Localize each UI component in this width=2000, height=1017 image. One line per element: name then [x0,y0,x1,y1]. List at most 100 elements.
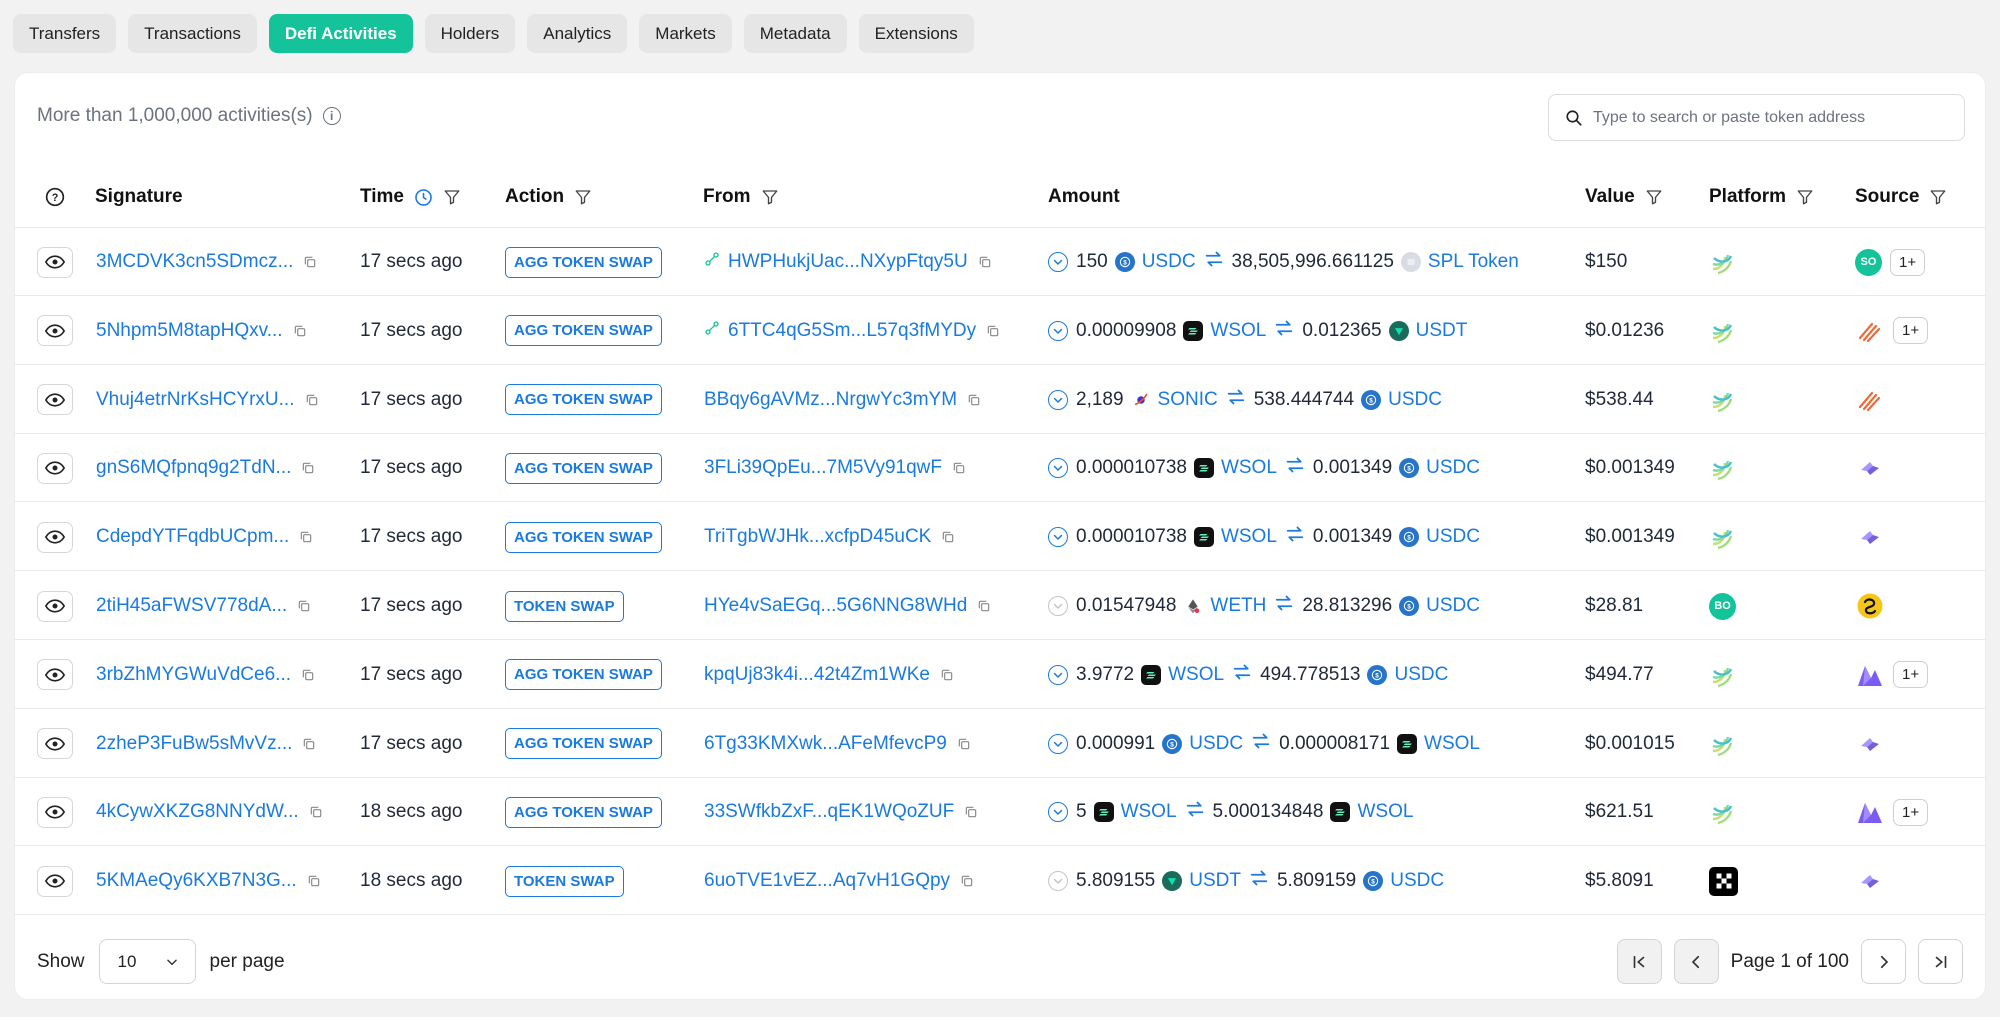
in-token-link[interactable]: WSOL [1168,664,1224,686]
expand-icon[interactable] [1048,527,1068,548]
copy-icon[interactable] [297,599,311,613]
from-address-link[interactable]: 6uoTVE1vEZ...Aq7vH1GQpy [704,870,950,892]
tab-extensions[interactable]: Extensions [858,14,974,53]
copy-icon[interactable] [307,874,321,888]
from-address-link[interactable]: BBqy6gAVMz...NrgwYc3mYM [704,389,957,411]
copy-icon[interactable] [957,737,971,751]
in-token-link[interactable]: SONIC [1158,389,1218,411]
view-button[interactable] [37,865,73,897]
expand-icon[interactable] [1048,596,1068,616]
filter-icon[interactable] [1929,188,1947,206]
view-button[interactable] [37,452,73,484]
expand-icon[interactable] [1048,871,1068,892]
copy-icon[interactable] [986,324,1000,338]
out-token-link[interactable]: USDC [1390,870,1444,892]
copy-icon[interactable] [301,461,315,475]
copy-icon[interactable] [303,255,317,269]
expand-icon[interactable] [1048,252,1068,272]
out-token-link[interactable]: USDC [1426,595,1480,617]
filter-icon[interactable] [574,188,592,206]
in-token-link[interactable]: USDC [1142,251,1196,273]
first-page-button[interactable] [1616,939,1662,984]
from-address-link[interactable]: TriTgbWJHk...xcfpD45uCK [704,526,931,548]
expand-icon[interactable] [1048,320,1068,341]
in-token-link[interactable]: WETH [1210,595,1266,617]
signature-link[interactable]: 2tiH45aFWSV778dA... [96,595,287,617]
from-address-link[interactable]: 6Tg33KMXwk...AFeMfevcP9 [704,733,947,755]
signature-link[interactable]: 5Nhpm5M8tapHQxv... [96,320,283,342]
from-address-link[interactable]: 6TTC4qG5Sm...L57q3fMYDy [728,320,976,342]
out-token-link[interactable]: USDC [1388,389,1442,411]
from-address-link[interactable]: HWPHukjUac...NXypFtqy5U [728,251,968,273]
signature-link[interactable]: 3rbZhMYGWuVdCe6... [96,664,291,686]
in-token-link[interactable]: WSOL [1221,526,1277,548]
token-search[interactable] [1548,94,1965,141]
copy-icon[interactable] [978,255,992,269]
more-sources-button[interactable]: 1+ [1890,248,1926,276]
tab-transfers[interactable]: Transfers [13,14,117,53]
filter-icon[interactable] [1645,188,1663,206]
view-button[interactable] [37,659,73,691]
from-address-link[interactable]: kpqUj83k4i...42t4Zm1WKe [704,664,930,686]
out-token-link[interactable]: USDC [1426,526,1480,548]
out-token-link[interactable]: WSOL [1357,801,1413,823]
in-token-link[interactable]: WSOL [1221,457,1277,479]
view-button[interactable] [37,384,73,416]
out-token-link[interactable]: USDT [1416,320,1468,342]
next-page-button[interactable] [1861,939,1906,984]
signature-link[interactable]: gnS6MQfpnq9g2TdN... [96,457,291,479]
copy-icon[interactable] [302,737,316,751]
view-button[interactable] [37,246,73,278]
search-input[interactable] [1593,108,1953,127]
copy-icon[interactable] [967,393,981,407]
copy-icon[interactable] [293,324,307,338]
signature-link[interactable]: 4kCywXKZG8NNYdW... [96,801,299,823]
expand-icon[interactable] [1048,733,1068,754]
in-token-link[interactable]: USDC [1189,733,1243,755]
info-icon[interactable]: i [322,107,341,125]
expand-icon[interactable] [1048,802,1068,823]
filter-icon[interactable] [443,188,461,206]
last-page-button[interactable] [1918,939,1963,984]
view-button[interactable] [37,728,73,760]
filter-icon[interactable] [761,188,779,206]
tab-holders[interactable]: Holders [424,14,516,53]
copy-icon[interactable] [960,874,974,888]
tab-transactions[interactable]: Transactions [128,14,257,53]
clock-icon[interactable] [414,188,433,207]
view-button[interactable] [37,521,73,553]
expand-icon[interactable] [1048,389,1068,410]
tab-metadata[interactable]: Metadata [743,14,847,53]
in-token-link[interactable]: USDT [1189,870,1241,892]
help-icon[interactable]: ? [45,166,65,228]
copy-icon[interactable] [301,668,315,682]
expand-icon[interactable] [1048,458,1068,479]
from-address-link[interactable]: 3FLi39QpEu...7M5Vy91qwF [704,457,942,479]
per-page-select[interactable]: 10 [98,939,196,984]
signature-link[interactable]: 2zheP3FuBw5sMvVz... [96,733,292,755]
filter-icon[interactable] [1796,188,1814,206]
tab-markets[interactable]: Markets [639,14,732,53]
copy-icon[interactable] [305,393,319,407]
copy-icon[interactable] [952,461,966,475]
from-address-link[interactable]: 33SWfkbZxF...qEK1WQoZUF [704,801,954,823]
out-token-link[interactable]: WSOL [1424,733,1480,755]
signature-link[interactable]: Vhuj4etrNrKsHCYrxU... [96,389,295,411]
copy-icon[interactable] [940,668,954,682]
copy-icon[interactable] [941,530,955,544]
expand-icon[interactable] [1048,664,1068,685]
copy-icon[interactable] [977,599,991,613]
out-token-link[interactable]: SPL Token [1428,251,1519,273]
view-button[interactable] [37,315,73,347]
copy-icon[interactable] [309,805,323,819]
prev-page-button[interactable] [1673,939,1719,984]
copy-icon[interactable] [299,530,313,544]
signature-link[interactable]: 3MCDVK3cn5SDmcz... [96,251,293,273]
out-token-link[interactable]: USDC [1426,457,1480,479]
copy-icon[interactable] [964,805,978,819]
view-button[interactable] [37,796,73,828]
view-button[interactable] [37,590,73,622]
in-token-link[interactable]: WSOL [1210,320,1266,342]
tab-defi-activities[interactable]: Defi Activities [268,14,413,53]
more-sources-button[interactable]: 1+ [1893,661,1929,689]
